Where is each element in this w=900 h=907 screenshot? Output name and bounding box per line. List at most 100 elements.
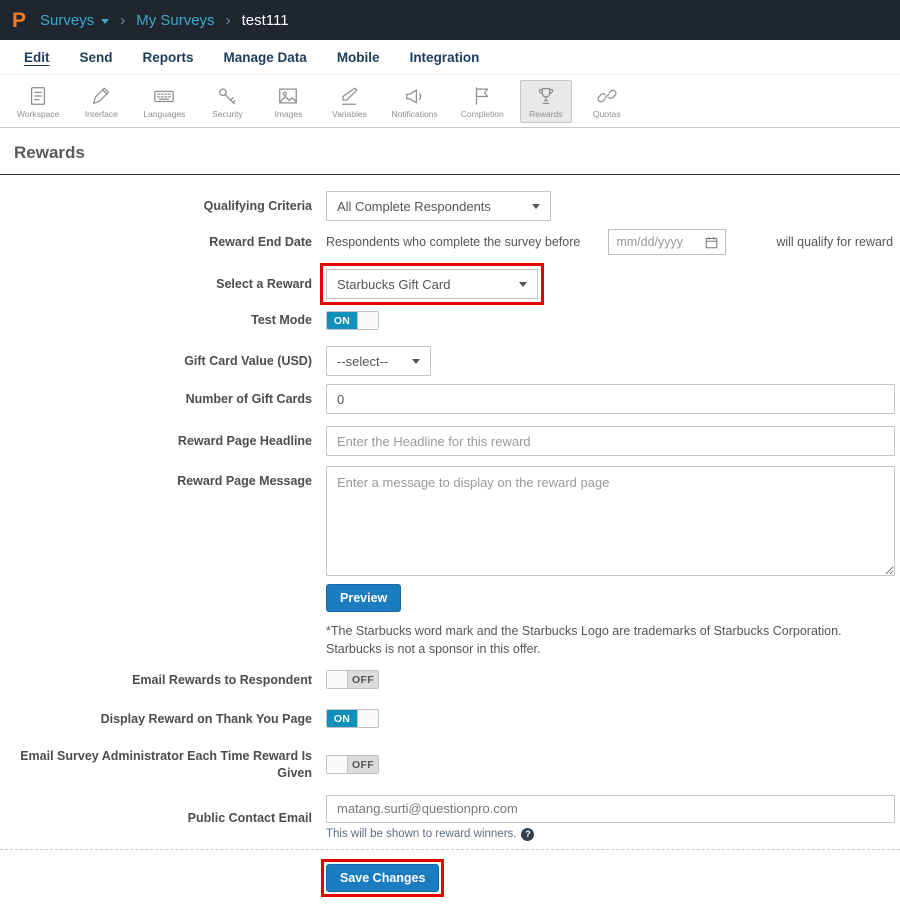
reward-page-headline-input[interactable] (326, 426, 895, 456)
toolbar-item-interface[interactable]: Interface (75, 80, 127, 123)
test-mode-toggle[interactable]: ON (326, 311, 379, 330)
number-of-gift-cards-label: Number of Gift Cards (0, 391, 312, 407)
toolbar-item-label: Interface (85, 109, 118, 119)
dashed-divider (0, 849, 900, 850)
toolbar-item-label: Workspace (17, 109, 59, 119)
selected-value: Starbucks Gift Card (337, 277, 450, 292)
security-icon (215, 85, 239, 107)
completion-icon (470, 85, 494, 107)
toolbar-item-label: Variables (332, 109, 367, 119)
form-row: Email Survey Administrator Each Time Rew… (0, 748, 900, 781)
breadcrumb-surveys-label: Surveys (40, 12, 94, 29)
breadcrumb-my-surveys[interactable]: My Surveys (136, 12, 214, 29)
starbucks-disclaimer: *The Starbucks word mark and the Starbuc… (326, 622, 895, 658)
form-row: Public Contact Email This will be shown … (0, 795, 900, 841)
toolbar-item-security[interactable]: Security (201, 80, 253, 123)
form-row: Number of Gift Cards (0, 384, 900, 414)
toolbar-item-quotas[interactable]: Quotas (581, 80, 633, 123)
reward-end-date-input[interactable]: mm/dd/yyyy (608, 229, 726, 255)
toggle-state-label: ON (327, 312, 357, 329)
form-row: Qualifying Criteria All Complete Respond… (0, 191, 900, 221)
display-reward-label: Display Reward on Thank You Page (0, 711, 312, 727)
toolbar-item-label: Rewards (529, 109, 563, 119)
menu-item-edit[interactable]: Edit (24, 50, 50, 65)
select-reward-dropdown[interactable]: Starbucks Gift Card (326, 269, 538, 299)
form-row: Reward Page Headline (0, 426, 900, 456)
selected-value: --select-- (337, 354, 388, 369)
toolbar-item-label: Notifications (391, 109, 437, 119)
email-helper-text: This will be shown to reward winners. ? (326, 828, 895, 841)
breadcrumb: Surveys › My Surveys › test111 (40, 12, 289, 29)
qualifying-criteria-select[interactable]: All Complete Respondents (326, 191, 551, 221)
toolbar-item-label: Languages (143, 109, 185, 119)
number-of-gift-cards-input[interactable] (326, 384, 895, 414)
date-placeholder: mm/dd/yyyy (616, 235, 683, 249)
public-contact-email-input[interactable] (326, 795, 895, 823)
reward-page-message-label: Reward Page Message (0, 466, 312, 489)
preview-button[interactable]: Preview (326, 584, 401, 612)
workspace-icon (26, 85, 50, 107)
qualifying-criteria-label: Qualifying Criteria (0, 198, 312, 214)
preview-row: Preview (326, 584, 900, 612)
toolbar-item-notifications[interactable]: Notifications (384, 80, 444, 123)
images-icon (276, 85, 300, 107)
toggle-knob (357, 710, 378, 727)
menu-item-reports[interactable]: Reports (143, 50, 194, 65)
toggle-knob (357, 312, 378, 329)
toolbar-item-languages[interactable]: Languages (136, 80, 192, 123)
toolbar-item-label: Security (212, 109, 243, 119)
page-title: Rewards (0, 128, 900, 174)
email-rewards-toggle[interactable]: OFF (326, 670, 379, 689)
quotas-icon (595, 85, 619, 107)
main-menu: Edit Send Reports Manage Data Mobile Int… (0, 40, 900, 75)
breadcrumb-surveys[interactable]: Surveys (40, 12, 109, 29)
helper-label: This will be shown to reward winners. (326, 828, 516, 840)
form-row: Email Rewards to Respondent OFF (0, 670, 900, 689)
menu-item-integration[interactable]: Integration (410, 50, 480, 65)
email-rewards-label: Email Rewards to Respondent (0, 672, 312, 688)
annotation-highlight-box: Save Changes (321, 859, 444, 897)
toggle-state-label: ON (327, 710, 357, 727)
form-row: Display Reward on Thank You Page ON (0, 709, 900, 728)
toolbar-item-workspace[interactable]: Workspace (10, 80, 66, 123)
menu-item-manage-data[interactable]: Manage Data (224, 50, 307, 65)
breadcrumb-separator: › (226, 12, 231, 29)
calendar-icon (705, 236, 718, 249)
chevron-down-icon (412, 359, 420, 364)
breadcrumb-current-survey: test111 (242, 12, 289, 29)
help-icon[interactable]: ? (521, 828, 534, 841)
save-changes-button[interactable]: Save Changes (326, 864, 439, 892)
toggle-knob (327, 756, 348, 773)
topbar: P Surveys › My Surveys › test111 (0, 0, 900, 40)
gift-card-value-select[interactable]: --select-- (326, 346, 431, 376)
toggle-state-label: OFF (348, 756, 378, 773)
questionpro-logo[interactable]: P (12, 10, 26, 31)
toolbar-item-rewards[interactable]: Rewards (520, 80, 572, 123)
menu-item-mobile[interactable]: Mobile (337, 50, 380, 65)
select-reward-label: Select a Reward (0, 276, 312, 292)
rewards-form: Qualifying Criteria All Complete Respond… (0, 175, 900, 907)
toggle-knob (327, 671, 348, 688)
chevron-down-icon (532, 204, 540, 209)
reward-page-headline-label: Reward Page Headline (0, 433, 312, 449)
gift-card-value-label: Gift Card Value (USD) (0, 353, 312, 369)
reward-page-message-textarea[interactable] (326, 466, 895, 576)
email-admin-label: Email Survey Administrator Each Time Rew… (0, 748, 312, 781)
breadcrumb-separator: › (120, 12, 125, 29)
toolbar-item-images[interactable]: Images (262, 80, 314, 123)
chevron-down-icon (519, 282, 527, 287)
form-row: Gift Card Value (USD) --select-- (0, 346, 900, 376)
display-reward-toggle[interactable]: ON (326, 709, 379, 728)
notifications-icon (403, 85, 427, 107)
form-row: Reward Page Message (0, 466, 900, 576)
toggle-state-label: OFF (348, 671, 378, 688)
menu-item-send[interactable]: Send (80, 50, 113, 65)
disclaimer-row: *The Starbucks word mark and the Starbuc… (326, 622, 900, 658)
reward-end-date-suffix: will qualify for reward (776, 235, 893, 249)
toolbar-item-variables[interactable]: Variables (323, 80, 375, 123)
selected-value: All Complete Respondents (337, 199, 491, 214)
edit-toolbar: Workspace Interface Languages Security I… (0, 75, 900, 128)
toolbar-item-completion[interactable]: Completion (454, 80, 511, 123)
form-row: Select a Reward Starbucks Gift Card (0, 263, 900, 305)
email-admin-toggle[interactable]: OFF (326, 755, 379, 774)
